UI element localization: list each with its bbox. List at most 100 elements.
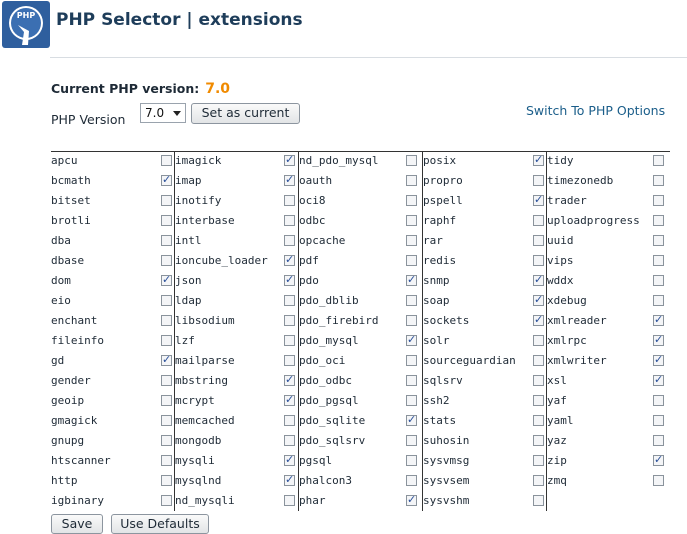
extension-name: sysvsem bbox=[423, 474, 470, 487]
extension-checkbox[interactable] bbox=[406, 413, 417, 426]
extension-checkbox[interactable] bbox=[533, 153, 544, 166]
extension-checkbox[interactable] bbox=[653, 155, 664, 166]
extension-checkbox[interactable] bbox=[533, 215, 544, 226]
extension-checkbox[interactable] bbox=[406, 255, 417, 266]
extension-checkbox[interactable] bbox=[161, 335, 172, 346]
extension-checkbox[interactable] bbox=[653, 255, 664, 266]
extension-checkbox[interactable] bbox=[406, 395, 417, 406]
use-defaults-button[interactable]: Use Defaults bbox=[111, 514, 209, 534]
extension-checkbox[interactable] bbox=[406, 455, 417, 466]
extension-checkbox[interactable] bbox=[284, 315, 295, 326]
extension-checkbox[interactable] bbox=[284, 473, 295, 486]
extension-checkbox[interactable] bbox=[284, 153, 295, 166]
extension-checkbox[interactable] bbox=[653, 353, 664, 366]
extension-checkbox[interactable] bbox=[406, 295, 417, 306]
extension-checkbox[interactable] bbox=[406, 215, 417, 226]
extension-checkbox[interactable] bbox=[406, 375, 417, 386]
extension-checkbox[interactable] bbox=[406, 333, 417, 346]
extension-checkbox[interactable] bbox=[284, 393, 295, 406]
extension-checkbox[interactable] bbox=[284, 435, 295, 446]
extension-checkbox[interactable] bbox=[533, 273, 544, 286]
extension-checkbox[interactable] bbox=[533, 435, 544, 446]
extension-checkbox[interactable] bbox=[161, 235, 172, 246]
extension-checkbox[interactable] bbox=[533, 335, 544, 346]
extension-row: gnupg bbox=[51, 431, 174, 451]
php-version-select[interactable]: 7.0 bbox=[140, 103, 186, 123]
extension-checkbox[interactable] bbox=[161, 315, 172, 326]
extension-checkbox[interactable] bbox=[533, 415, 544, 426]
extension-checkbox[interactable] bbox=[653, 453, 664, 466]
extension-checkbox[interactable] bbox=[653, 275, 664, 286]
switch-to-php-options-link[interactable]: Switch To PHP Options bbox=[526, 103, 665, 118]
extension-checkbox[interactable] bbox=[533, 495, 544, 506]
extension-checkbox[interactable] bbox=[284, 335, 295, 346]
set-as-current-button[interactable]: Set as current bbox=[191, 103, 300, 124]
extension-checkbox[interactable] bbox=[533, 355, 544, 366]
extension-checkbox[interactable] bbox=[533, 193, 544, 206]
extension-checkbox[interactable] bbox=[653, 333, 664, 346]
current-version-value: 7.0 bbox=[205, 81, 231, 97]
extension-checkbox[interactable] bbox=[653, 195, 664, 206]
extension-checkbox[interactable] bbox=[161, 475, 172, 486]
extension-checkbox[interactable] bbox=[284, 273, 295, 286]
extension-checkbox[interactable] bbox=[533, 235, 544, 246]
extension-checkbox[interactable] bbox=[653, 475, 664, 486]
extension-checkbox[interactable] bbox=[161, 395, 172, 406]
extension-checkbox[interactable] bbox=[533, 375, 544, 386]
extension-checkbox[interactable] bbox=[533, 175, 544, 186]
extension-checkbox[interactable] bbox=[653, 175, 664, 186]
extension-checkbox[interactable] bbox=[406, 155, 417, 166]
extension-checkbox[interactable] bbox=[161, 375, 172, 386]
extension-checkbox[interactable] bbox=[533, 395, 544, 406]
extension-checkbox[interactable] bbox=[533, 293, 544, 306]
extension-checkbox[interactable] bbox=[284, 173, 295, 186]
extension-row: redis bbox=[423, 251, 546, 271]
extension-checkbox[interactable] bbox=[406, 175, 417, 186]
extension-checkbox[interactable] bbox=[161, 455, 172, 466]
extension-checkbox[interactable] bbox=[653, 415, 664, 426]
extension-checkbox[interactable] bbox=[161, 255, 172, 266]
extension-checkbox[interactable] bbox=[284, 495, 295, 506]
extension-checkbox[interactable] bbox=[161, 495, 172, 506]
extension-checkbox[interactable] bbox=[161, 415, 172, 426]
extension-checkbox[interactable] bbox=[653, 295, 664, 306]
extension-checkbox[interactable] bbox=[161, 353, 172, 366]
extension-checkbox[interactable] bbox=[406, 235, 417, 246]
extension-checkbox[interactable] bbox=[533, 255, 544, 266]
extension-checkbox[interactable] bbox=[653, 215, 664, 226]
extension-checkbox[interactable] bbox=[653, 395, 664, 406]
extension-checkbox[interactable] bbox=[406, 273, 417, 286]
extension-checkbox[interactable] bbox=[653, 313, 664, 326]
extension-checkbox[interactable] bbox=[284, 415, 295, 426]
extension-checkbox[interactable] bbox=[533, 455, 544, 466]
extension-checkbox[interactable] bbox=[161, 273, 172, 286]
extension-checkbox[interactable] bbox=[406, 435, 417, 446]
extension-checkbox[interactable] bbox=[161, 195, 172, 206]
extension-checkbox[interactable] bbox=[284, 373, 295, 386]
extension-row: bcmath bbox=[51, 171, 174, 191]
extension-checkbox[interactable] bbox=[161, 173, 172, 186]
extension-checkbox[interactable] bbox=[653, 235, 664, 246]
extension-checkbox[interactable] bbox=[284, 195, 295, 206]
extension-checkbox[interactable] bbox=[653, 373, 664, 386]
extension-row: sysvmsg bbox=[423, 451, 546, 471]
save-button[interactable]: Save bbox=[51, 514, 103, 534]
extension-checkbox[interactable] bbox=[284, 253, 295, 266]
extension-checkbox[interactable] bbox=[533, 475, 544, 486]
extension-checkbox[interactable] bbox=[284, 295, 295, 306]
extension-checkbox[interactable] bbox=[161, 155, 172, 166]
extension-checkbox[interactable] bbox=[406, 475, 417, 486]
extension-checkbox[interactable] bbox=[406, 195, 417, 206]
extension-checkbox[interactable] bbox=[284, 355, 295, 366]
extension-checkbox[interactable] bbox=[284, 235, 295, 246]
extension-checkbox[interactable] bbox=[653, 435, 664, 446]
extension-checkbox[interactable] bbox=[284, 215, 295, 226]
extension-checkbox[interactable] bbox=[406, 315, 417, 326]
extension-checkbox[interactable] bbox=[533, 313, 544, 326]
extension-checkbox[interactable] bbox=[406, 493, 417, 506]
extension-checkbox[interactable] bbox=[161, 295, 172, 306]
extension-checkbox[interactable] bbox=[406, 355, 417, 366]
extension-checkbox[interactable] bbox=[161, 435, 172, 446]
extension-checkbox[interactable] bbox=[161, 215, 172, 226]
extension-checkbox[interactable] bbox=[284, 453, 295, 466]
